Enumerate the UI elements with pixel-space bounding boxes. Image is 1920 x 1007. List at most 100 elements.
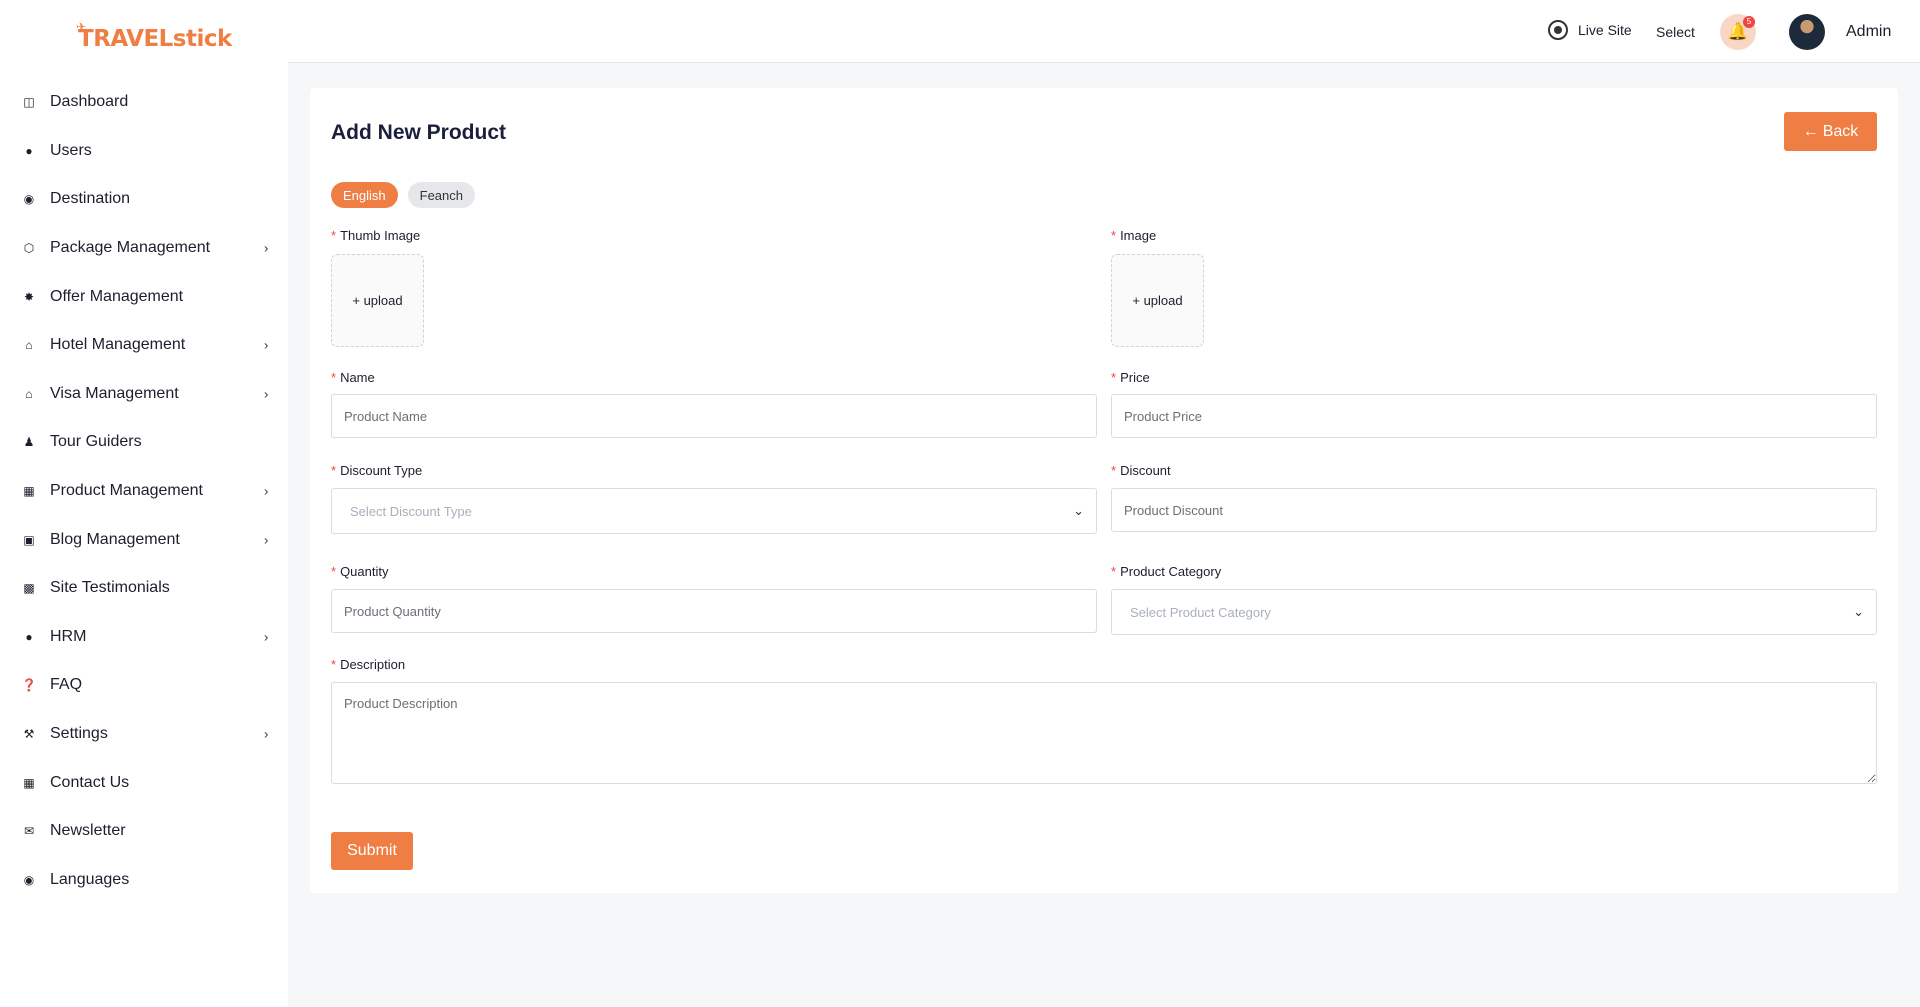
sidebar-item-tour-guiders[interactable]: ♟ Tour Guiders bbox=[0, 418, 288, 467]
team-icon: ● bbox=[25, 629, 33, 644]
sidebar-item-languages[interactable]: ◉ Languages bbox=[0, 856, 288, 905]
top-header: Live Site Select 🔔 5 Admin bbox=[288, 0, 1920, 63]
sidebar-item-label: Tour Guiders bbox=[50, 433, 142, 451]
sidebar-item-hrm[interactable]: ● HRM › bbox=[0, 613, 288, 662]
sidebar-item-label: HRM bbox=[50, 627, 87, 645]
chevron-right-icon: › bbox=[264, 532, 269, 548]
sidebar-item-label: Offer Management bbox=[50, 287, 184, 305]
product-category-placeholder: Select Product Category bbox=[1130, 604, 1271, 620]
required-mark: * bbox=[331, 657, 337, 672]
image-upload[interactable]: + upload bbox=[1111, 254, 1204, 347]
guide-person-icon: ♟ bbox=[23, 435, 35, 450]
dashboard-icon: ◫ bbox=[23, 95, 35, 110]
chevron-right-icon: › bbox=[264, 726, 269, 742]
required-mark: * bbox=[1111, 370, 1117, 385]
sidebar-item-settings[interactable]: ⚒ Settings › bbox=[0, 710, 288, 759]
sidebar: ✈ TRAVELstick ◫ Dashboard ● Users ◉ Destinati… bbox=[0, 0, 288, 1007]
language-select[interactable]: Select bbox=[1656, 24, 1695, 40]
chevron-right-icon: › bbox=[264, 629, 269, 645]
language-tabs: English Feanch bbox=[331, 182, 476, 208]
live-site-label: Live Site bbox=[1578, 22, 1632, 38]
sidebar-item-label: Newsletter bbox=[50, 822, 126, 840]
tab-french[interactable]: Feanch bbox=[407, 182, 476, 208]
back-button[interactable]: ← Back bbox=[1784, 112, 1877, 151]
live-site-link[interactable]: Live Site bbox=[1548, 20, 1632, 40]
cube-icon: ⬡ bbox=[23, 241, 35, 256]
chevron-right-icon: › bbox=[264, 240, 269, 256]
sidebar-item-site-testimonials[interactable]: ▩ Site Testimonials bbox=[0, 564, 288, 613]
live-site-icon bbox=[1548, 20, 1568, 40]
chevron-down-icon: ⌄ bbox=[1073, 503, 1084, 518]
comment-icon: ▩ bbox=[23, 581, 35, 596]
sidebar-item-destination[interactable]: ◉ Destination bbox=[0, 175, 288, 224]
required-mark: * bbox=[331, 564, 337, 579]
sidebar-item-dashboard[interactable]: ◫ Dashboard bbox=[0, 78, 288, 127]
sidebar-item-users[interactable]: ● Users bbox=[0, 127, 288, 176]
location-pin-icon: ◉ bbox=[23, 192, 35, 207]
tab-english[interactable]: English bbox=[331, 182, 398, 208]
required-mark: * bbox=[1111, 228, 1117, 243]
sidebar-item-hotel-management[interactable]: ⌂ Hotel Management › bbox=[0, 321, 288, 370]
brand-logo[interactable]: ✈ TRAVELstick bbox=[76, 20, 232, 56]
sidebar-item-label: Site Testimonials bbox=[50, 579, 170, 597]
required-mark: * bbox=[1111, 564, 1117, 579]
discount-label-text: Discount bbox=[1120, 463, 1171, 478]
arrow-left-icon: ← bbox=[1802, 122, 1819, 140]
brand-name: TRAVELstick bbox=[78, 26, 232, 52]
offer-badge-icon: ✸ bbox=[23, 289, 35, 304]
required-mark: * bbox=[331, 463, 337, 478]
product-quantity-input[interactable] bbox=[331, 589, 1097, 633]
sidebar-item-label: Users bbox=[50, 141, 92, 159]
product-name-input[interactable] bbox=[331, 394, 1097, 438]
globe-icon: ◉ bbox=[23, 872, 35, 887]
sidebar-item-blog-management[interactable]: ▣ Blog Management › bbox=[0, 515, 288, 564]
thumb-image-label-text: Thumb Image bbox=[340, 228, 421, 243]
sidebar-item-package-management[interactable]: ⬡ Package Management › bbox=[0, 224, 288, 273]
submit-button[interactable]: Submit bbox=[331, 832, 413, 870]
thumb-image-label: * Thumb Image bbox=[331, 228, 420, 243]
sidebar-item-label: Settings bbox=[50, 725, 108, 743]
sidebar-item-label: Dashboard bbox=[50, 93, 129, 111]
chevron-right-icon: › bbox=[264, 386, 269, 402]
product-description-textarea[interactable] bbox=[331, 682, 1877, 784]
sidebar-item-contact-us[interactable]: ▦ Contact Us bbox=[0, 758, 288, 807]
avatar[interactable] bbox=[1789, 14, 1825, 50]
sidebar-item-visa-management[interactable]: ⌂ Visa Management › bbox=[0, 370, 288, 419]
question-icon: ❓ bbox=[21, 678, 37, 693]
quantity-label: * Quantity bbox=[331, 564, 388, 579]
sidebar-item-faq[interactable]: ❓ FAQ bbox=[0, 661, 288, 710]
discount-type-select[interactable]: Select Discount Type ⌄ bbox=[331, 488, 1097, 534]
sidebar-item-label: Destination bbox=[50, 190, 131, 208]
blog-icon: ▣ bbox=[23, 532, 35, 547]
name-label: * Name bbox=[331, 370, 375, 385]
required-mark: * bbox=[1111, 463, 1117, 478]
product-price-input[interactable] bbox=[1111, 394, 1877, 438]
discount-label: * Discount bbox=[1111, 463, 1171, 478]
page-title: Add New Product bbox=[331, 121, 507, 144]
hotel-icon: ⌂ bbox=[25, 338, 33, 353]
price-label: * Price bbox=[1111, 370, 1150, 385]
back-button-label: Back bbox=[1822, 122, 1859, 140]
description-label: * Description bbox=[331, 657, 405, 672]
description-label-text: Description bbox=[340, 657, 406, 672]
notification-button[interactable]: 🔔 5 bbox=[1720, 14, 1756, 50]
product-category-label: * Product Category bbox=[1111, 564, 1221, 579]
sidebar-item-label: FAQ bbox=[50, 676, 83, 694]
product-category-select[interactable]: Select Product Category ⌄ bbox=[1111, 589, 1877, 635]
visa-icon: ⌂ bbox=[25, 386, 33, 401]
product-discount-input[interactable] bbox=[1111, 488, 1877, 532]
sidebar-item-offer-management[interactable]: ✸ Offer Management bbox=[0, 272, 288, 321]
sidebar-item-product-management[interactable]: ▦ Product Management › bbox=[0, 467, 288, 516]
sidebar-item-newsletter[interactable]: ✉ Newsletter bbox=[0, 807, 288, 856]
sidebar-item-label: Contact Us bbox=[50, 773, 130, 791]
plane-icon: ✈ bbox=[76, 20, 87, 34]
sidebar-item-label: Languages bbox=[50, 870, 130, 888]
quantity-label-text: Quantity bbox=[340, 564, 389, 579]
chevron-right-icon: › bbox=[264, 483, 269, 499]
thumb-image-upload[interactable]: + upload bbox=[331, 254, 424, 347]
chevron-right-icon: › bbox=[264, 337, 269, 353]
sidebar-item-label: Product Management bbox=[50, 482, 203, 500]
required-mark: * bbox=[331, 228, 337, 243]
user-name[interactable]: Admin bbox=[1846, 23, 1891, 41]
grid-icon: ▦ bbox=[23, 484, 35, 499]
